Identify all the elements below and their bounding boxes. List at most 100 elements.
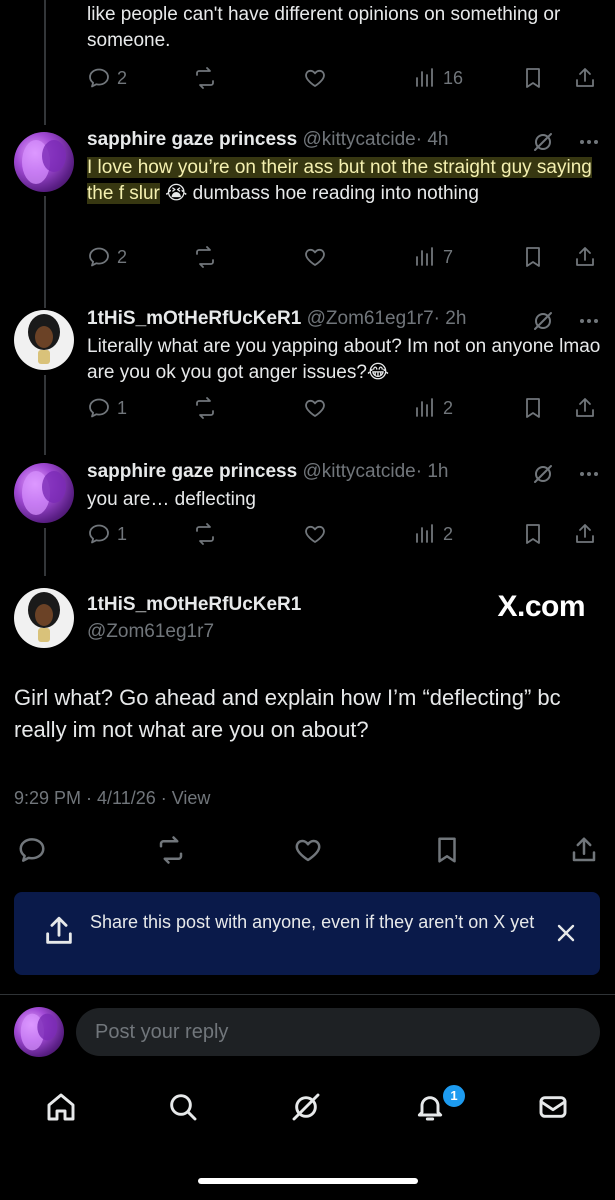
post-text: I love how you’re on their ass but not t…: [87, 155, 601, 207]
repost-button[interactable]: [193, 66, 217, 90]
emoji: 😭: [165, 183, 188, 204]
post-text: you are… deflecting: [87, 489, 256, 510]
xcom-watermark: X.com: [497, 590, 585, 623]
user-handle[interactable]: @kittycatcide: [302, 461, 415, 482]
like-button[interactable]: [303, 245, 327, 269]
share-icon: [576, 247, 594, 266]
views-button[interactable]: 7: [413, 245, 453, 269]
post-header-actions: [531, 130, 601, 154]
share-button[interactable]: [573, 245, 597, 269]
reply-button[interactable]: 1: [87, 396, 127, 420]
user-handle[interactable]: @Zom61eg1r7: [307, 308, 434, 329]
home-icon[interactable]: [45, 1091, 77, 1123]
avatar-image: [28, 314, 60, 364]
bookmark-icon: [526, 524, 540, 544]
post-time: · 2h: [433, 308, 467, 329]
reply-icon: [89, 524, 109, 544]
avatar[interactable]: [14, 310, 74, 370]
views-count: 7: [443, 246, 454, 267]
avatar[interactable]: [14, 588, 74, 648]
views-button[interactable]: 2: [413, 522, 453, 546]
share-toast: Share this post with anyone, even if the…: [14, 892, 600, 975]
reply-count: 2: [117, 67, 128, 88]
like-button[interactable]: [303, 522, 327, 546]
close-icon[interactable]: [554, 921, 578, 945]
repost-button[interactable]: [193, 522, 217, 546]
repost-icon: [196, 67, 214, 89]
post-header: 1tHiS_mOtHeRfUcKeR1 @Zom61eg1r7· 2h: [87, 307, 601, 331]
more-icon[interactable]: [577, 130, 601, 154]
display-name[interactable]: sapphire gaze princess: [87, 461, 297, 482]
thread-line: [44, 528, 46, 576]
search-icon[interactable]: [167, 1091, 199, 1123]
heart-icon[interactable]: [293, 835, 323, 865]
avatar[interactable]: [14, 132, 74, 192]
main-post-text: Girl what? Go ahead and explain how I’m …: [14, 685, 561, 742]
post-time: · 1h: [415, 461, 449, 482]
post-text: Literally what are you yapping about? Im…: [87, 334, 601, 386]
thread-line: [44, 196, 46, 308]
repost-button[interactable]: [193, 245, 217, 269]
bookmark-button[interactable]: [521, 396, 545, 420]
grok-icon[interactable]: [290, 1091, 322, 1123]
toast-message[interactable]: Share this post with anyone, even if the…: [90, 911, 540, 934]
post-timestamp[interactable]: 9:29 PM · 4/11/26 · View: [14, 788, 210, 809]
display-name[interactable]: sapphire gaze princess: [87, 129, 297, 150]
reply-icon[interactable]: [17, 835, 47, 865]
reply-icon: [89, 68, 109, 88]
display-name[interactable]: 1tHiS_mOtHeRfUcKeR1: [87, 308, 301, 329]
reply-button[interactable]: 2: [87, 66, 127, 90]
bookmark-icon[interactable]: [432, 835, 462, 865]
composer-avatar[interactable]: [14, 1007, 64, 1057]
post-time: · 4h: [415, 129, 449, 150]
bookmark-icon: [526, 247, 540, 267]
reply-input[interactable]: Post your reply: [76, 1008, 600, 1056]
repost-icon[interactable]: [156, 835, 186, 865]
more-icon[interactable]: [577, 462, 601, 486]
repost-icon: [196, 523, 214, 545]
views-button[interactable]: 2: [413, 396, 453, 420]
avatar-image: [22, 471, 66, 515]
share-icon: [42, 914, 76, 948]
post-actions: 1 2: [87, 396, 601, 426]
reply-button[interactable]: 1: [87, 522, 127, 546]
bookmark-icon: [526, 68, 540, 88]
bookmark-button[interactable]: [521, 522, 545, 546]
analytics-icon: [416, 398, 433, 417]
messages-icon[interactable]: [537, 1091, 569, 1123]
bookmark-button[interactable]: [521, 66, 545, 90]
share-button[interactable]: [573, 396, 597, 420]
reply-count: 1: [117, 397, 128, 418]
more-icon[interactable]: [577, 309, 601, 333]
reply-icon: [89, 247, 109, 267]
heart-icon: [305, 525, 325, 543]
post-actions: 2 7: [87, 245, 601, 275]
share-icon[interactable]: [569, 835, 599, 865]
user-handle[interactable]: @kittycatcide: [302, 129, 415, 150]
repost-button[interactable]: [193, 396, 217, 420]
analytics-icon: [416, 68, 433, 87]
views-button[interactable]: 16: [413, 66, 463, 90]
avatar[interactable]: [14, 463, 74, 523]
thread-line: [44, 375, 46, 455]
post-actions: 1 2: [87, 522, 601, 552]
grok-icon[interactable]: [531, 130, 555, 154]
views-count: 16: [443, 67, 464, 88]
reply-icon: [89, 398, 109, 418]
like-button[interactable]: [303, 396, 327, 420]
like-button[interactable]: [303, 66, 327, 90]
avatar-image: [20, 1013, 58, 1051]
views-count: 2: [443, 397, 454, 418]
reply-count: 2: [117, 246, 128, 267]
avatar-image: [22, 140, 66, 184]
reply-count: 1: [117, 523, 128, 544]
post-header-actions: [531, 462, 601, 486]
reply-button[interactable]: 2: [87, 245, 127, 269]
grok-icon[interactable]: [531, 309, 555, 333]
grok-icon[interactable]: [531, 462, 555, 486]
bookmark-button[interactable]: [521, 245, 545, 269]
share-icon: [576, 398, 594, 417]
share-button[interactable]: [573, 522, 597, 546]
share-button[interactable]: [573, 66, 597, 90]
post-text: like people can't have different opinion…: [87, 4, 561, 51]
